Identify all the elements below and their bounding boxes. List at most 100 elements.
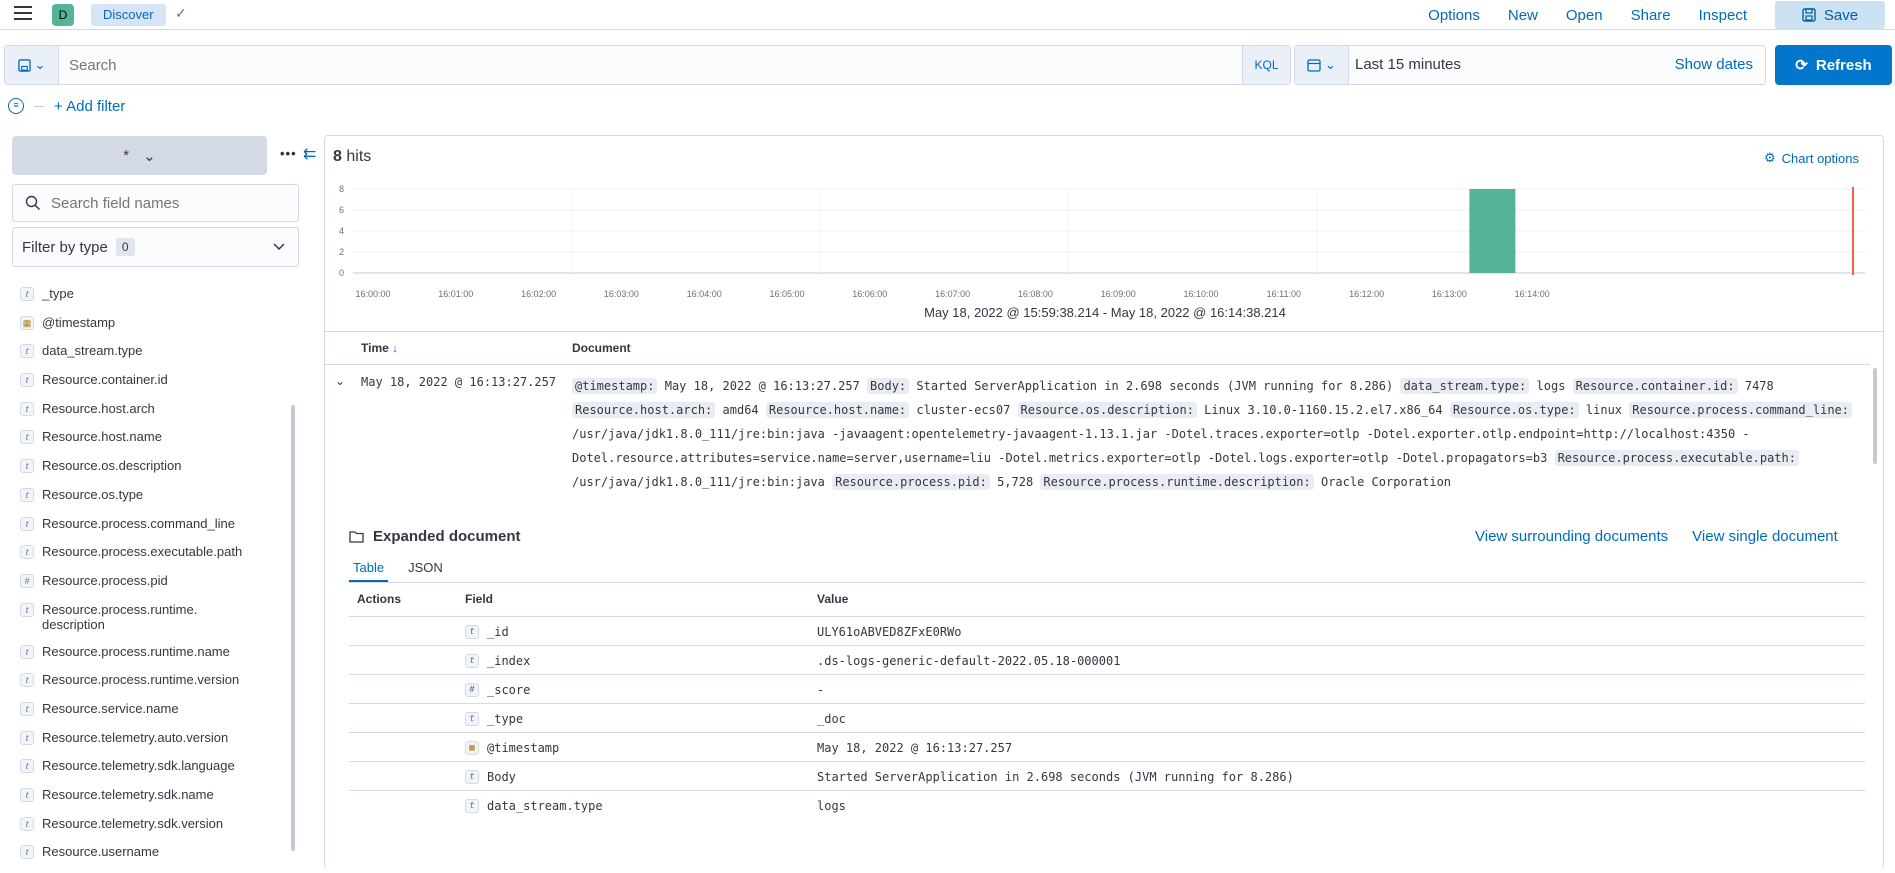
- value-cell: ULY61oABVED8ZFxE0RWo: [817, 625, 962, 639]
- x-tick-label: 16:03:00: [604, 289, 639, 299]
- field-name: Resource.process.executable.path: [42, 544, 243, 560]
- saved-query-button[interactable]: ⌄: [5, 46, 59, 84]
- x-tick-label: 16:09:00: [1101, 289, 1136, 299]
- doc-field-key: Resource.os.type:: [1449, 402, 1579, 418]
- field-list-item[interactable]: t Resource.host.name: [20, 429, 290, 458]
- field-list-item[interactable]: t _type: [20, 286, 290, 315]
- date-range-label[interactable]: Last 15 minutes: [1355, 56, 1461, 73]
- new-link[interactable]: New: [1508, 7, 1538, 24]
- field-name: Resource.username: [42, 844, 160, 860]
- table-scrollbar[interactable]: [1873, 368, 1877, 464]
- field-name: Resource.telemetry.sdk.version: [42, 815, 224, 831]
- field-list-item[interactable]: t Resource.telemetry.sdk.language: [20, 758, 290, 787]
- filter-count-badge: 0: [115, 238, 135, 256]
- y-tick-label: 4: [339, 226, 344, 236]
- field-name: @timestamp: [42, 314, 116, 330]
- field-list-item[interactable]: t Resource.process.executable.path: [20, 544, 290, 573]
- collapse-sidebar-icon[interactable]: ⇇: [303, 144, 316, 164]
- field-list-item[interactable]: t Resource.telemetry.sdk.name: [20, 787, 290, 816]
- field-list-item[interactable]: t data_stream.type: [20, 343, 290, 372]
- string-type-icon: t: [20, 401, 34, 416]
- filter-divider: [34, 105, 44, 107]
- index-pattern-select[interactable]: * ⌄: [12, 136, 267, 175]
- doc-field-key: Resource.process.pid:: [832, 474, 990, 490]
- field-list-item[interactable]: t Resource.os.description: [20, 458, 290, 487]
- space-avatar[interactable]: D: [52, 4, 74, 26]
- field-column-header: Field: [465, 592, 494, 606]
- search-input[interactable]: [65, 46, 1225, 84]
- table-row: t data_stream.type logs: [349, 790, 1865, 819]
- filter-options-icon[interactable]: ≡: [8, 98, 24, 114]
- show-dates-link[interactable]: Show dates: [1675, 56, 1753, 73]
- filter-by-type-button[interactable]: Filter by type 0: [12, 227, 299, 267]
- quick-date-button[interactable]: ⌄: [1295, 46, 1349, 84]
- field-list-item[interactable]: t Resource.telemetry.auto.version: [20, 730, 290, 759]
- field-search-input[interactable]: [51, 185, 291, 221]
- chart-options-button[interactable]: ⚙ Chart options: [1764, 150, 1859, 166]
- date-type-icon: ▦: [465, 741, 479, 755]
- field-list-item[interactable]: t Resource.os.type: [20, 487, 290, 516]
- field-name: _id: [487, 624, 509, 639]
- table-row: t Body Started ServerApplication in 2.698 …: [349, 761, 1865, 790]
- field-list-item[interactable]: t Resource.telemetry.sdk.version: [20, 816, 290, 845]
- view-single-link[interactable]: View single document: [1692, 528, 1838, 545]
- doc-field-key: @timestamp:: [572, 378, 658, 394]
- y-tick-label: 6: [339, 205, 344, 215]
- string-type-icon: t: [20, 759, 34, 774]
- histogram-chart[interactable]: 0 2 4 6 8 16:00:00 16:01:00 16:02:00 16:03:00 16:…: [325, 181, 1884, 303]
- add-filter-link[interactable]: + Add filter: [54, 98, 125, 115]
- doc-field-value: amd64: [722, 403, 759, 417]
- x-tick-label: 16:14:00: [1515, 289, 1550, 299]
- date-type-icon: ▦: [20, 315, 34, 330]
- field-list-item[interactable]: t Resource.process.command_line: [20, 516, 290, 545]
- share-link[interactable]: Share: [1631, 7, 1671, 24]
- number-type-icon: #: [465, 683, 479, 697]
- doc-field-key: Body:: [867, 378, 910, 394]
- breadcrumb-discover[interactable]: Discover: [91, 4, 166, 26]
- field-list-item[interactable]: t Resource.process.runtime.version: [20, 672, 290, 701]
- doc-field-key: Resource.process.command_line:: [1629, 402, 1852, 418]
- x-tick-label: 16:12:00: [1349, 289, 1384, 299]
- doc-field-key: Resource.host.name:: [765, 402, 910, 418]
- refresh-button[interactable]: ⟳ Refresh: [1775, 45, 1892, 85]
- open-link[interactable]: Open: [1566, 7, 1603, 24]
- kql-toggle[interactable]: KQL: [1242, 46, 1290, 84]
- time-column-header[interactable]: Time ↓: [361, 341, 398, 355]
- more-options-icon[interactable]: •••: [280, 146, 297, 161]
- save-button[interactable]: Save: [1775, 1, 1885, 29]
- field-list-item[interactable]: t Resource.host.arch: [20, 401, 290, 430]
- field-name: data_stream.type: [42, 343, 143, 359]
- gear-icon: ⚙: [1764, 150, 1776, 165]
- date-picker: ⌄ Last 15 minutes Show dates: [1294, 45, 1766, 85]
- doc-field-key: Resource.host.arch:: [572, 402, 716, 418]
- string-type-icon: t: [465, 625, 479, 639]
- doc-field-value: Oracle Corporation: [1320, 475, 1452, 489]
- save-label: Save: [1823, 6, 1859, 24]
- sort-down-icon[interactable]: ↓: [392, 341, 398, 355]
- field-list-item[interactable]: t Resource.process.runtime.name: [20, 644, 290, 673]
- view-surrounding-link[interactable]: View surrounding documents: [1475, 528, 1668, 545]
- field-list-item[interactable]: ▦ @timestamp: [20, 315, 290, 344]
- field-name: Resource.host.name: [42, 429, 162, 445]
- tab-json[interactable]: JSON: [408, 556, 443, 582]
- field-cell: t _type: [465, 711, 523, 726]
- x-tick-label: 16:04:00: [687, 289, 722, 299]
- field-list: t _type ▦ @timestamp t data_stream.type t Resou…: [20, 286, 290, 873]
- field-cell: # _score: [465, 682, 530, 697]
- field-list-scrollbar[interactable]: [291, 405, 295, 851]
- doc-field-key: Resource.os.description:: [1017, 402, 1197, 418]
- field-list-item[interactable]: t Resource.service.name: [20, 701, 290, 730]
- y-tick-label: 2: [339, 247, 344, 257]
- options-link[interactable]: Options: [1428, 7, 1480, 24]
- field-list-item[interactable]: t Resource.container.id: [20, 372, 290, 401]
- hamburger-menu-icon[interactable]: [14, 6, 32, 22]
- field-name: Resource.process.runtime.name: [42, 643, 230, 659]
- collapse-row-icon[interactable]: ⌄: [335, 374, 345, 388]
- tab-table[interactable]: Table: [349, 556, 389, 582]
- inspect-link[interactable]: Inspect: [1699, 7, 1747, 24]
- string-type-icon: t: [20, 644, 34, 659]
- field-table: t _id ULY61oABVED8ZFxE0RWo t _index .ds-logs-…: [349, 616, 1865, 819]
- field-list-item[interactable]: t Resource.process.runtime. description: [20, 602, 290, 644]
- x-tick-label: 16:01:00: [438, 289, 473, 299]
- field-list-item[interactable]: # Resource.process.pid: [20, 573, 290, 602]
